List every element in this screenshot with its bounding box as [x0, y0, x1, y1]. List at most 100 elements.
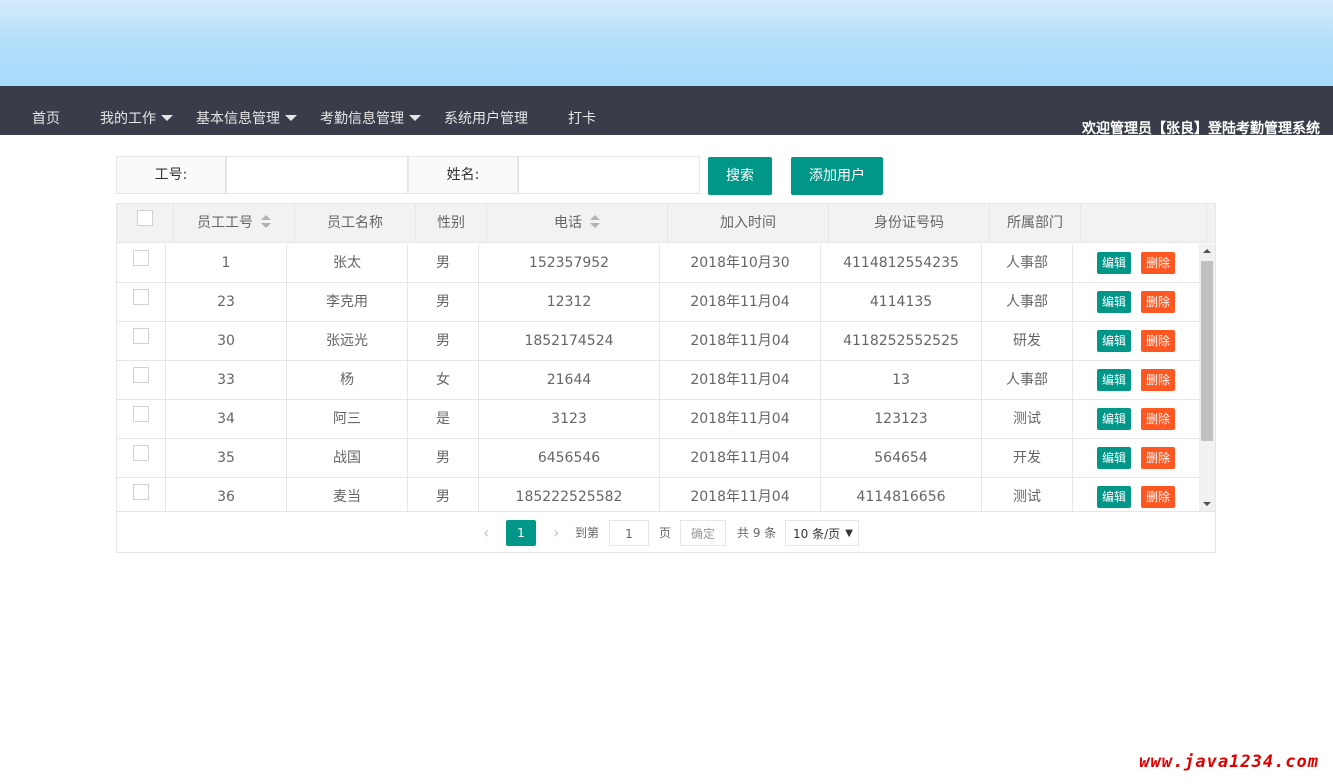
nav-item-attendance[interactable]: 考勤信息管理	[320, 108, 421, 128]
cell-department: 测试	[982, 400, 1073, 438]
delete-button[interactable]: 删除	[1141, 291, 1176, 313]
caret-down-icon	[161, 115, 173, 121]
table-row: 1 张太 男 152357952 2018年10月30 411481255423…	[117, 244, 1199, 283]
edit-button[interactable]: 编辑	[1096, 330, 1131, 352]
table-scrollbar[interactable]	[1199, 244, 1215, 511]
row-select	[117, 400, 166, 438]
table-row: 30 张远光 男 1852174524 2018年11月04 411825255…	[117, 322, 1199, 361]
delete-button[interactable]: 删除	[1141, 369, 1176, 391]
cell-gender: 男	[408, 283, 479, 321]
delete-button[interactable]: 删除	[1141, 330, 1176, 352]
employee-id-label: 工号:	[116, 156, 226, 194]
cell-department: 人事部	[982, 283, 1073, 321]
cell-department: 人事部	[982, 244, 1073, 282]
header-label: 电话	[554, 215, 582, 231]
table-row: 33 杨 女 21644 2018年11月04 13 人事部 编辑 删除	[117, 361, 1199, 400]
row-checkbox[interactable]	[133, 445, 149, 461]
employee-name-input[interactable]	[518, 156, 700, 194]
page-size-value: 10 条/页	[793, 527, 841, 541]
cell-employee-name: 杨	[287, 361, 408, 399]
row-checkbox[interactable]	[133, 250, 149, 266]
edit-button[interactable]: 编辑	[1096, 447, 1131, 469]
edit-button[interactable]: 编辑	[1096, 408, 1131, 430]
nav-item-label: 打卡	[568, 111, 596, 127]
edit-button[interactable]: 编辑	[1096, 369, 1131, 391]
cell-employee-id: 35	[166, 439, 287, 477]
header-label: 员工工号	[197, 215, 253, 231]
cell-employee-id: 1	[166, 244, 287, 282]
cell-phone: 152357952	[479, 244, 660, 282]
header-phone[interactable]: 电话	[487, 204, 668, 243]
goto-confirm-button[interactable]: 确定	[680, 520, 726, 546]
nav-item-label: 我的工作	[100, 111, 156, 127]
cell-phone: 12312	[479, 283, 660, 321]
goto-label: 到第	[575, 526, 600, 540]
scrollbar-thumb[interactable]	[1201, 261, 1213, 441]
edit-button[interactable]: 编辑	[1096, 252, 1131, 274]
nav-item-label: 首页	[32, 111, 60, 127]
header-id-card: 身份证号码	[829, 204, 990, 243]
delete-button[interactable]: 删除	[1141, 252, 1176, 274]
cell-id-card: 13	[821, 361, 982, 399]
table-row: 36 麦当 男 185222525582 2018年11月04 41148166…	[117, 478, 1199, 511]
page-number-current[interactable]: 1	[506, 520, 536, 546]
header-select-all	[117, 204, 174, 243]
cell-id-card: 4114812554235	[821, 244, 982, 282]
nav-item-basic-info[interactable]: 基本信息管理	[196, 108, 297, 128]
page-size-select[interactable]: 10 条/页 ▼	[785, 520, 859, 546]
search-button[interactable]: 搜索	[708, 157, 772, 195]
caret-down-icon	[409, 115, 421, 121]
prev-page-icon[interactable]: ‹	[483, 520, 489, 546]
dropdown-arrow-icon: ▼	[845, 528, 853, 539]
sort-icon[interactable]	[590, 215, 600, 229]
row-checkbox[interactable]	[133, 289, 149, 305]
cell-employee-name: 阿三	[287, 400, 408, 438]
cell-employee-id: 33	[166, 361, 287, 399]
cell-gender: 男	[408, 322, 479, 360]
scroll-up-icon[interactable]	[1203, 249, 1211, 253]
header-employee-id[interactable]: 员工工号	[174, 204, 295, 243]
cell-employee-id: 36	[166, 478, 287, 511]
table-row: 35 战国 男 6456546 2018年11月04 564654 开发 编辑删…	[117, 439, 1199, 478]
goto-page-input[interactable]: 1	[609, 520, 649, 546]
edit-button[interactable]: 编辑	[1096, 486, 1131, 508]
nav-item-label: 基本信息管理	[196, 111, 280, 127]
cell-gender: 女	[408, 361, 479, 399]
row-select	[117, 283, 166, 321]
cell-gender: 男	[408, 244, 479, 282]
cell-actions: 编辑 删除	[1073, 478, 1199, 511]
add-user-button[interactable]: 添加用户	[791, 157, 883, 195]
cell-employee-id: 30	[166, 322, 287, 360]
delete-button[interactable]: 删除	[1141, 486, 1176, 508]
cell-employee-name: 张太	[287, 244, 408, 282]
next-page-icon[interactable]: ›	[553, 520, 559, 546]
row-select	[117, 361, 166, 399]
header-department: 所属部门	[990, 204, 1081, 243]
table-header: 员工工号 员工名称 性别 电话 加入时间 身份证号码 所属部门	[117, 204, 1215, 243]
cell-actions: 编辑 删除	[1073, 283, 1199, 321]
row-checkbox[interactable]	[133, 484, 149, 500]
cell-department: 研发	[982, 322, 1073, 360]
cell-join-date: 2018年11月04	[660, 283, 821, 321]
row-checkbox[interactable]	[133, 367, 149, 383]
nav-item-home[interactable]: 首页	[32, 108, 60, 128]
sort-icon[interactable]	[261, 215, 271, 229]
employee-id-input[interactable]	[226, 156, 408, 194]
nav-item-label: 系统用户管理	[444, 111, 528, 127]
cell-employee-name: 麦当	[287, 478, 408, 511]
nav-item-system-users[interactable]: 系统用户管理	[444, 108, 528, 128]
main-navbar: 首页 我的工作 基本信息管理 考勤信息管理 系统用户管理 打卡 欢迎管理员【张良…	[0, 86, 1333, 137]
cell-actions: 编辑 删除	[1073, 244, 1199, 282]
scroll-down-icon[interactable]	[1203, 502, 1211, 506]
row-checkbox[interactable]	[133, 328, 149, 344]
row-checkbox[interactable]	[133, 406, 149, 422]
select-all-checkbox[interactable]	[137, 210, 153, 226]
edit-button[interactable]: 编辑	[1096, 291, 1131, 313]
header-actions	[1081, 204, 1207, 243]
nav-item-clock-in[interactable]: 打卡	[568, 108, 596, 128]
cell-employee-name: 张远光	[287, 322, 408, 360]
nav-item-my-work[interactable]: 我的工作	[100, 108, 173, 128]
delete-button[interactable]: 删除	[1141, 447, 1176, 469]
cell-department: 人事部	[982, 361, 1073, 399]
delete-button[interactable]: 删除	[1141, 408, 1176, 430]
